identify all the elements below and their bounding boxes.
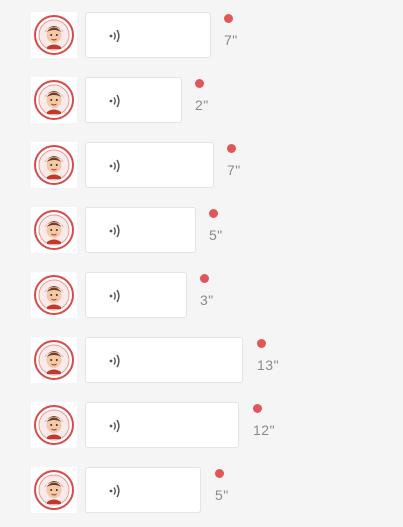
unread-dot (224, 14, 233, 23)
message-row: 5" (0, 467, 403, 527)
cartoon-avatar-icon (34, 405, 74, 445)
voice-message-bubble[interactable] (85, 207, 196, 253)
voice-duration: 2" (195, 97, 209, 113)
voice-duration: 5" (215, 487, 229, 503)
cartoon-avatar-icon (34, 15, 74, 55)
voice-message-bubble[interactable] (85, 12, 211, 58)
voice-message-bubble[interactable] (85, 272, 187, 318)
unread-dot (195, 79, 204, 88)
unread-dot (257, 339, 266, 348)
message-row: 7" (0, 12, 403, 72)
message-row: 7" (0, 142, 403, 202)
cartoon-avatar-icon (34, 210, 74, 250)
unread-dot (200, 274, 209, 283)
avatar[interactable] (31, 142, 77, 188)
voice-message-bubble[interactable] (85, 467, 201, 513)
voice-duration: 12" (253, 422, 276, 438)
cartoon-avatar-icon (34, 275, 74, 315)
avatar[interactable] (31, 337, 77, 383)
voice-message-bubble[interactable] (85, 142, 214, 188)
avatar[interactable] (31, 402, 77, 448)
voice-duration: 13" (257, 357, 280, 373)
message-row: 5" (0, 207, 403, 267)
voice-wave-icon (109, 419, 120, 433)
cartoon-avatar-icon (34, 470, 74, 510)
unread-dot (253, 404, 262, 413)
voice-message-bubble[interactable] (85, 402, 239, 448)
avatar[interactable] (31, 467, 77, 513)
voice-wave-icon (109, 484, 120, 498)
cartoon-avatar-icon (34, 80, 74, 120)
voice-message-bubble[interactable] (85, 77, 182, 123)
voice-duration: 7" (224, 32, 238, 48)
unread-dot (227, 144, 236, 153)
voice-wave-icon (109, 29, 120, 43)
voice-duration: 3" (200, 292, 214, 308)
voice-wave-icon (109, 94, 120, 108)
unread-dot (215, 469, 224, 478)
avatar[interactable] (31, 77, 77, 123)
unread-dot (209, 209, 218, 218)
voice-message-bubble[interactable] (85, 337, 243, 383)
voice-wave-icon (109, 289, 120, 303)
avatar[interactable] (31, 207, 77, 253)
avatar[interactable] (31, 12, 77, 58)
message-row: 12" (0, 402, 403, 462)
cartoon-avatar-icon (34, 145, 74, 185)
voice-wave-icon (109, 354, 120, 368)
voice-duration: 5" (209, 227, 223, 243)
avatar[interactable] (31, 272, 77, 318)
message-row: 2" (0, 77, 403, 137)
voice-duration: 7" (227, 162, 241, 178)
cartoon-avatar-icon (34, 340, 74, 380)
message-row: 13" (0, 337, 403, 397)
voice-wave-icon (109, 224, 120, 238)
message-row: 3" (0, 272, 403, 332)
voice-wave-icon (109, 159, 120, 173)
